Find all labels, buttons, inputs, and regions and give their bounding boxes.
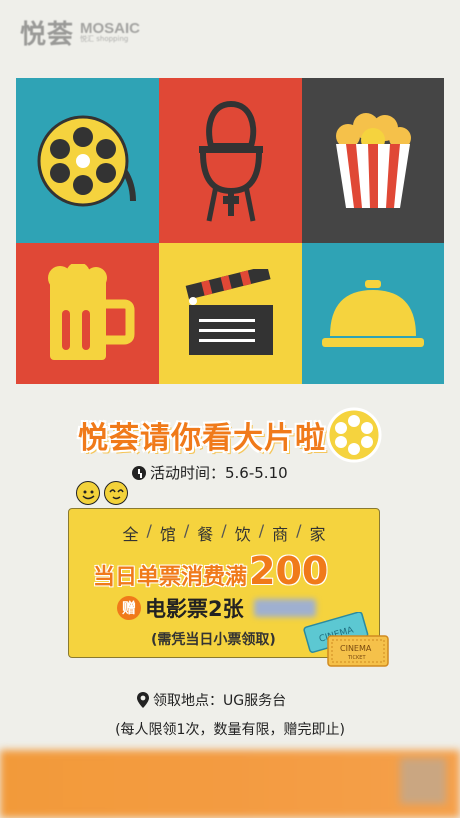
pickup-location: 领取地点：UG服务台 <box>137 690 286 710</box>
film-reel-icon <box>37 115 136 206</box>
beer-mug-icon <box>47 263 134 360</box>
film-reel-badge-icon <box>326 407 382 463</box>
film-reel-tile <box>16 78 159 243</box>
ticket-front-text: CINEMA <box>340 644 372 653</box>
store-char: 全 <box>122 525 139 544</box>
logo-cn: 悦荟 <box>20 19 75 50</box>
store-char: 餐 <box>197 525 214 544</box>
location-pin-icon <box>137 692 149 708</box>
gift-line: 赠 电影票2张 <box>117 593 316 623</box>
smiley-icon-2 <box>104 481 128 505</box>
logo-sub: 悦汇 shopping <box>80 35 129 43</box>
blurred-footer <box>0 750 460 818</box>
clapper-tile <box>159 243 302 384</box>
brand-logo: 悦荟 MOSAIC 悦汇 shopping <box>20 14 140 50</box>
event-time-text: 活动时间：5.6-5.10 <box>150 464 288 482</box>
blurred-qr <box>400 758 446 804</box>
clock-icon <box>132 465 146 480</box>
logo-en: MOSAIC <box>80 20 141 37</box>
redeem-note: (需凭当日小票领取) <box>151 632 276 648</box>
gift-badge: 赠 <box>117 596 141 620</box>
icon-grid <box>16 78 444 384</box>
store-categories: 全 / 馆 / 餐 / 饮 / 商 / 家 <box>122 521 326 544</box>
bbq-grill-icon <box>198 100 263 221</box>
popcorn-tile <box>302 78 444 243</box>
store-char: 商 <box>272 525 289 544</box>
bbq-tile <box>159 78 302 243</box>
popcorn-icon <box>336 112 411 208</box>
spend-condition: 当日单票消费满 200 <box>93 549 328 593</box>
gift-text: 电影票2张 <box>145 597 244 621</box>
store-char: 馆 <box>159 525 176 544</box>
spend-text: 当日单票消费满 <box>93 565 248 590</box>
cinema-ticket-icon: CINEMA CINEMA TICKET <box>303 612 389 667</box>
pickup-location-text: 领取地点：UG服务台 <box>153 693 287 709</box>
limit-note: (每人限领1次，数量有限，赠完即止) <box>115 722 345 738</box>
headline-text: 悦荟请你看大片啦 <box>78 421 326 456</box>
headline: 悦荟请你看大片啦 <box>78 404 384 466</box>
ticket-front-sub: TICKET <box>347 655 366 661</box>
store-char: 家 <box>309 525 326 544</box>
smiley-icon <box>76 481 100 505</box>
store-char: 饮 <box>234 525 251 544</box>
cloche-icon <box>322 279 424 347</box>
event-time: 活动时间：5.6-5.10 <box>132 462 288 483</box>
beer-tile <box>16 243 159 384</box>
clapperboard-icon <box>185 268 273 355</box>
spend-amount: 200 <box>249 549 329 593</box>
cloche-tile <box>302 243 444 384</box>
